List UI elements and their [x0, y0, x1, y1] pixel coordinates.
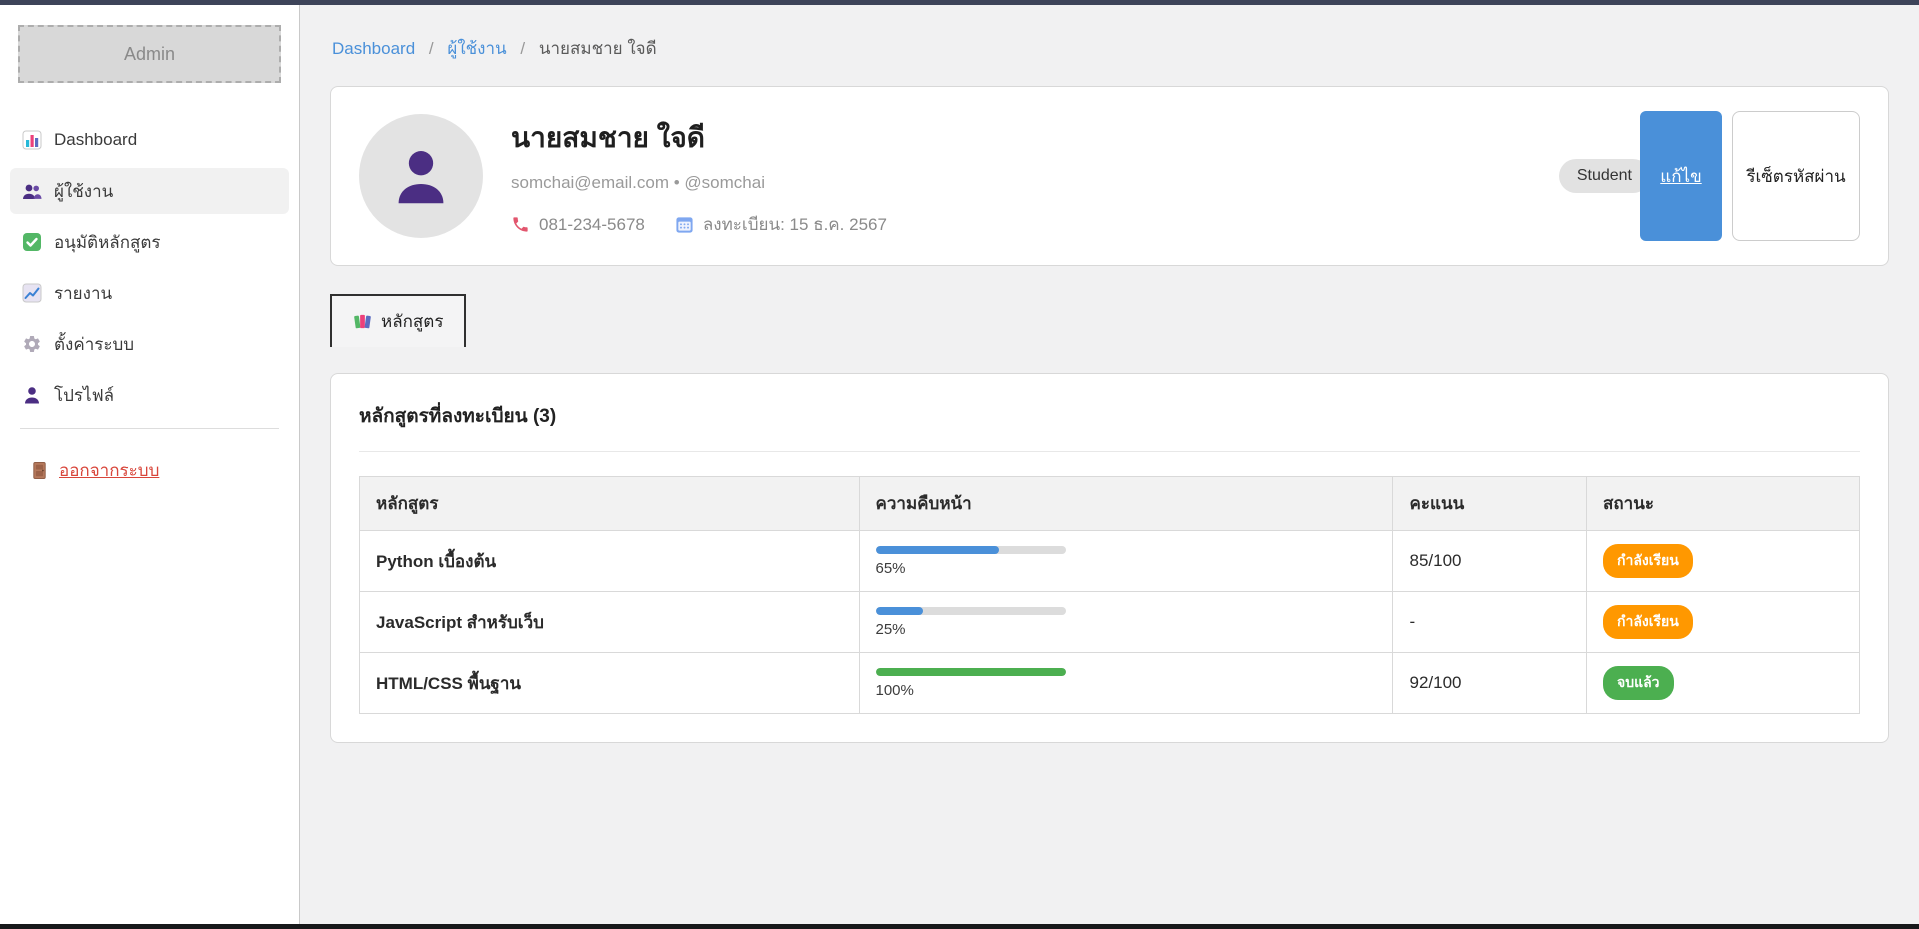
course-name: HTML/CSS พื้นฐาน	[360, 653, 860, 714]
table-row: HTML/CSS พื้นฐาน 100% 92/100 จบแล้ว	[360, 653, 1860, 714]
course-progress-cell: 65%	[859, 531, 1393, 592]
main-content: Dashboard / ผู้ใช้งาน / นายสมชาย ใจดี นา…	[300, 5, 1919, 924]
status-badge: กำลังเรียน	[1603, 544, 1693, 578]
sidebar-item-course-approval[interactable]: อนุมัติหลักสูตร	[10, 219, 289, 265]
course-progress-cell: 100%	[859, 653, 1393, 714]
bottom-strip	[0, 924, 1919, 929]
course-status-cell: จบแล้ว	[1586, 653, 1859, 714]
progress-bar	[876, 607, 1066, 615]
course-score: 85/100	[1393, 531, 1587, 592]
profile-card: นายสมชาย ใจดี somchai@email.com • @somch…	[330, 86, 1889, 266]
sidebar-item-label: ตั้งค่าระบบ	[54, 331, 134, 358]
sidebar-item-settings[interactable]: ตั้งค่าระบบ	[10, 321, 289, 367]
sidebar-item-label: อนุมัติหลักสูตร	[54, 229, 161, 256]
users-icon	[22, 181, 42, 201]
course-status-cell: กำลังเรียน	[1586, 531, 1859, 592]
breadcrumb-link-users[interactable]: ผู้ใช้งาน	[447, 39, 506, 58]
column-header-course: หลักสูตร	[360, 477, 860, 531]
logout-label: ออกจากระบบ	[59, 457, 159, 484]
profile-email: somchai@email.com • @somchai	[511, 173, 1559, 193]
role-badge: Student	[1559, 159, 1650, 193]
column-header-score: คะแนน	[1393, 477, 1587, 531]
sidebar-item-label: Dashboard	[54, 130, 137, 150]
course-progress-cell: 25%	[859, 592, 1393, 653]
progress-label: 65%	[876, 560, 1377, 577]
gear-icon	[22, 334, 42, 354]
bar-chart-icon	[22, 130, 42, 150]
status-badge: กำลังเรียน	[1603, 605, 1693, 639]
breadcrumb-current: นายสมชาย ใจดี	[539, 39, 657, 58]
breadcrumb-separator: /	[520, 39, 525, 58]
courses-table: หลักสูตร ความคืบหน้า คะแนน สถานะ Python …	[359, 476, 1860, 714]
reset-password-button[interactable]: รีเซ็ตรหัสผ่าน	[1732, 111, 1860, 241]
books-icon	[353, 312, 372, 331]
table-row: JavaScript สำหรับเว็บ 25% - กำลังเรียน	[360, 592, 1860, 653]
calendar-icon	[675, 215, 694, 234]
tab-row: หลักสูตร	[330, 294, 1889, 347]
course-name: Python เบื้องต้น	[360, 531, 860, 592]
phone-icon	[511, 215, 530, 234]
course-score: -	[1393, 592, 1587, 653]
phone-number: 081-234-5678	[539, 215, 645, 235]
sidebar-item-profile[interactable]: โปรไฟล์	[10, 372, 289, 418]
course-name: JavaScript สำหรับเว็บ	[360, 592, 860, 653]
sidebar-item-label: ผู้ใช้งาน	[54, 178, 113, 205]
column-header-progress: ความคืบหน้า	[859, 477, 1393, 531]
profile-meta: 081-234-5678 ลงทะเบียน: 15 ธ.ค. 2567	[511, 211, 1559, 238]
sidebar-item-users[interactable]: ผู้ใช้งาน	[10, 168, 289, 214]
breadcrumb-separator: /	[429, 39, 434, 58]
person-icon	[22, 385, 42, 405]
check-square-icon	[22, 232, 42, 252]
avatar	[359, 114, 483, 238]
person-bust-icon	[389, 144, 453, 208]
door-icon	[30, 461, 49, 480]
breadcrumb-link-dashboard[interactable]: Dashboard	[332, 39, 415, 58]
sidebar-item-reports[interactable]: รายงาน	[10, 270, 289, 316]
admin-logo-box: Admin	[18, 25, 281, 83]
table-row: Python เบื้องต้น 65% 85/100 กำลังเรียน	[360, 531, 1860, 592]
profile-name: นายสมชาย ใจดี	[511, 116, 1559, 160]
admin-logo-label: Admin	[124, 44, 175, 65]
course-score: 92/100	[1393, 653, 1587, 714]
courses-card: หลักสูตรที่ลงทะเบียน (3) หลักสูตร ความคื…	[330, 373, 1889, 743]
tab-courses-label: หลักสูตร	[381, 308, 443, 335]
course-status-cell: กำลังเรียน	[1586, 592, 1859, 653]
sidebar-item-label: รายงาน	[54, 280, 112, 307]
progress-label: 25%	[876, 621, 1377, 638]
app-shell: Admin Dashboard ผู้ใช้งาน อนุมัติหลักสูต…	[0, 5, 1919, 924]
progress-bar	[876, 546, 1066, 554]
phone-meta: 081-234-5678	[511, 215, 645, 235]
edit-button[interactable]: แก้ไข	[1640, 111, 1722, 241]
profile-actions: Student แก้ไข รีเซ็ตรหัสผ่าน	[1559, 111, 1860, 241]
tab-courses[interactable]: หลักสูตร	[330, 294, 466, 347]
registered-date: ลงทะเบียน: 15 ธ.ค. 2567	[703, 211, 887, 238]
sidebar-nav: Dashboard ผู้ใช้งาน อนุมัติหลักสูตร รายง…	[0, 117, 299, 418]
courses-divider	[359, 451, 1860, 452]
sidebar-divider	[20, 428, 279, 429]
breadcrumb: Dashboard / ผู้ใช้งาน / นายสมชาย ใจดี	[332, 35, 1889, 62]
sidebar-item-label: โปรไฟล์	[54, 382, 114, 409]
sidebar-item-dashboard[interactable]: Dashboard	[10, 117, 289, 163]
profile-info: นายสมชาย ใจดี somchai@email.com • @somch…	[511, 114, 1559, 238]
column-header-status: สถานะ	[1586, 477, 1859, 531]
progress-bar	[876, 668, 1066, 676]
sidebar: Admin Dashboard ผู้ใช้งาน อนุมัติหลักสูต…	[0, 5, 300, 924]
table-header-row: หลักสูตร ความคืบหน้า คะแนน สถานะ	[360, 477, 1860, 531]
status-badge: จบแล้ว	[1603, 666, 1674, 700]
progress-label: 100%	[876, 682, 1377, 699]
logout-link[interactable]: ออกจากระบบ	[30, 457, 159, 484]
registered-meta: ลงทะเบียน: 15 ธ.ค. 2567	[675, 211, 887, 238]
chart-up-icon	[22, 283, 42, 303]
courses-title: หลักสูตรที่ลงทะเบียน (3)	[359, 401, 1860, 431]
